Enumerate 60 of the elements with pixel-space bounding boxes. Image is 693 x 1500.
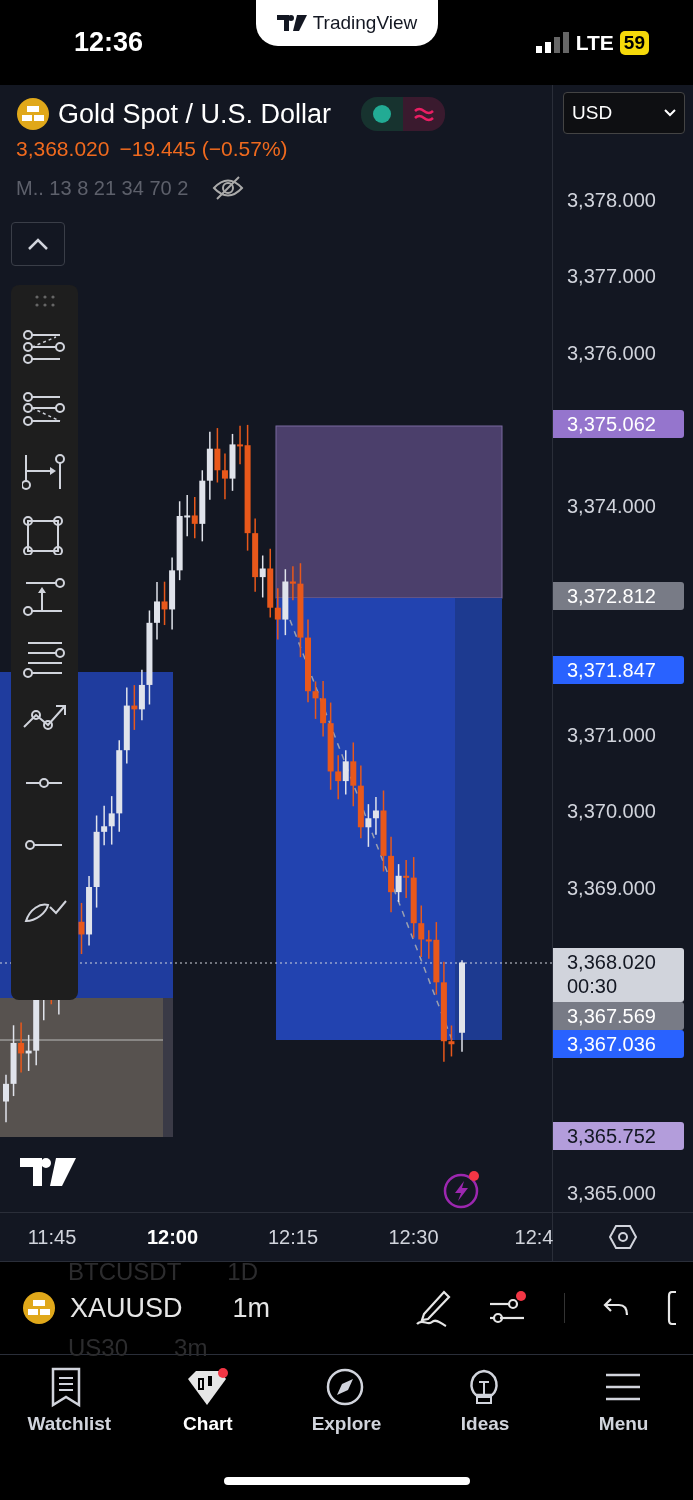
app-pill: TradingView (256, 0, 438, 46)
wave-icon (413, 105, 436, 123)
settings-icon[interactable] (609, 1224, 637, 1250)
price-label: 3,374.000 (567, 494, 656, 518)
price-tag: 3,372.812 (553, 582, 684, 611)
market-open-icon (372, 104, 393, 124)
price-tag: 3,371.847 (553, 656, 684, 685)
horizontal-arrow-icon[interactable] (21, 453, 68, 493)
time-label: 12:30 (388, 1225, 439, 1249)
time-label: 12:15 (267, 1225, 319, 1249)
notification-dot (217, 1368, 228, 1378)
horizontal-lines-icon[interactable] (21, 639, 68, 679)
symbol-button[interactable]: XAUUSD (70, 1292, 183, 1324)
price-change: −19.445 (−0.57%) (119, 137, 288, 161)
price-label: 3,371.000 (567, 723, 656, 747)
price-label: 3,369.000 (567, 876, 656, 900)
nav-tab[interactable]: Menu (568, 1367, 679, 1435)
drag-handle-icon[interactable] (33, 295, 56, 307)
sliders-icon[interactable] (488, 1290, 528, 1326)
price-tag: 3,375.062 (553, 410, 684, 439)
signal-icon (535, 31, 570, 54)
collapse-button[interactable] (11, 222, 65, 266)
tv-logo-icon (20, 1158, 76, 1186)
price-label: 3,376.000 (567, 341, 656, 365)
price-tag: 3,367.036 (553, 1030, 684, 1059)
price-tag: 3,365.752 (553, 1121, 684, 1150)
nav-tab[interactable]: Explore (291, 1367, 402, 1435)
price-tag: 3,367.569 (553, 1002, 684, 1031)
time-label: 12:4 (514, 1225, 554, 1249)
pen-icon[interactable] (414, 1288, 452, 1328)
ingot-coin-icon (22, 1291, 56, 1325)
interval-button[interactable]: 1m (232, 1292, 271, 1324)
last-price: 3,368.020 (16, 137, 110, 161)
menu-icon (605, 1373, 640, 1401)
time-label: 12:00 (146, 1225, 199, 1249)
chevron-down-icon (664, 109, 676, 117)
bracket-icon[interactable] (667, 1290, 677, 1326)
nav-tab[interactable]: Watchlist (14, 1367, 125, 1435)
network-label: LTE (575, 30, 614, 55)
time-label: 11:45 (27, 1225, 77, 1249)
price-label: 3,378.000 (567, 188, 656, 212)
ingot-coin-icon (16, 97, 50, 131)
bookmark-list-icon (52, 1367, 81, 1408)
nav-tab[interactable]: Ideas (430, 1367, 541, 1435)
price-label: 3,370.000 (567, 799, 656, 823)
battery-level: 59 (619, 30, 649, 55)
candles-gem-icon (187, 1371, 226, 1405)
lightbulb-icon (470, 1369, 498, 1404)
price-label: 3,365.000 (567, 1181, 656, 1205)
eye-off-icon[interactable] (212, 175, 245, 201)
app-logo-icon (276, 15, 307, 31)
price-label: 3,377.000 (567, 264, 656, 288)
chevron-up-icon (27, 237, 49, 251)
price-tag: 3,368.020 00:30 (553, 948, 684, 1003)
symbol-title[interactable]: Gold Spot / U.S. Dollar (58, 98, 332, 130)
vertical-arrow-icon[interactable] (21, 577, 68, 617)
compass-icon (327, 1368, 364, 1406)
currency-dropdown[interactable]: USD (563, 92, 685, 134)
clock: 12:36 (74, 27, 144, 58)
nav-tab[interactable]: Chart (152, 1367, 263, 1435)
